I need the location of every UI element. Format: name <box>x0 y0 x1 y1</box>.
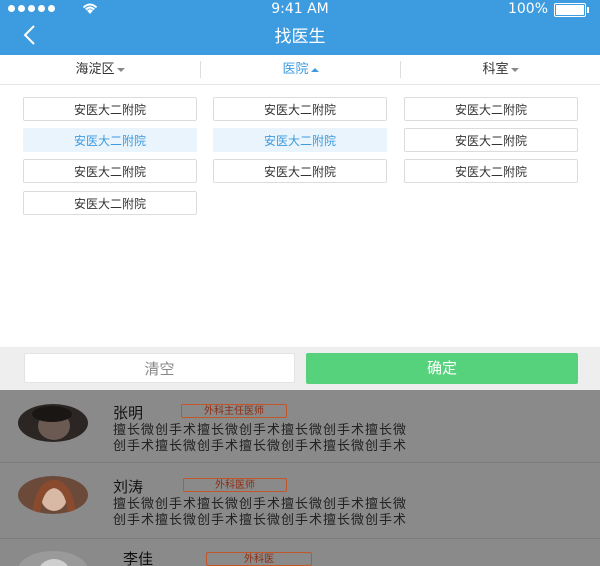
avatar <box>18 551 88 566</box>
hospital-chip[interactable]: 安医大二附院 <box>213 97 387 121</box>
hospital-chip-selected[interactable]: 安医大二附院 <box>213 128 387 152</box>
doctor-list: 张明 外科主任医师 擅长微创手术擅长微创手术擅长微创手术擅长微 创手术擅长微创手… <box>0 390 600 566</box>
doctor-title-badge: 外科主任医师 <box>181 404 287 418</box>
list-item[interactable]: 张明 外科主任医师 擅长微创手术擅长微创手术擅长微创手术擅长微 创手术擅长微创手… <box>0 390 600 462</box>
doctor-description: 擅长微创手术擅长微创手术擅长微创手术擅长微 创手术擅长微创手术擅长微创手术擅长微… <box>113 423 583 455</box>
doctor-title-badge: 外科医 <box>206 552 312 566</box>
doctor-name: 李佳 <box>123 550 154 566</box>
filter-hospital[interactable]: 医院 <box>201 55 400 84</box>
avatar <box>18 404 88 442</box>
hospital-chip-selected[interactable]: 安医大二附院 <box>23 128 197 152</box>
list-item[interactable]: 刘涛 外科医师 擅长微创手术擅长微创手术擅长微创手术擅长微 创手术擅长微创手术擅… <box>0 463 600 538</box>
hospital-chip[interactable]: 安医大二附院 <box>23 191 197 215</box>
hospital-grid: 安医大二附院 安医大二附院 安医大二附院 安医大二附院 安医大二附院 安医大二附… <box>0 85 600 347</box>
doctor-description-line: 创手术擅长微创手术擅长微创手术擅长微创手术 <box>113 513 408 528</box>
doctor-name: 张明 <box>113 404 144 422</box>
hospital-chip[interactable]: 安医大二附院 <box>213 159 387 183</box>
doctor-description-line: 擅长微创手术擅长微创手术擅长微创手术擅长微 <box>113 423 408 438</box>
hospital-chip[interactable]: 安医大二附院 <box>23 97 197 121</box>
doctor-description: 擅长微创手术擅长微创手术擅长微创手术擅长微 创手术擅长微创手术擅长微创手术擅长微… <box>113 497 583 529</box>
filter-district[interactable]: 海淀区 <box>0 55 200 84</box>
avatar <box>18 476 88 514</box>
status-bar: 9:41 AM 100% <box>0 0 600 20</box>
page-title: 找医生 <box>274 27 326 47</box>
filter-bar: 海淀区 医院 科室 <box>0 55 600 85</box>
filter-hospital-label: 医院 <box>282 62 309 77</box>
confirm-button[interactable]: 确定 <box>306 353 578 384</box>
list-item[interactable]: 李佳 外科医 <box>0 539 600 566</box>
filter-department[interactable]: 科室 <box>401 55 600 84</box>
clear-button[interactable]: 清空 <box>24 353 295 383</box>
filter-department-label: 科室 <box>482 62 509 77</box>
doctor-description-line: 擅长微创手术擅长微创手术擅长微创手术擅长微 <box>113 497 408 512</box>
battery-icon <box>554 3 589 17</box>
nav-header: 9:41 AM 100% 找医生 <box>0 0 600 55</box>
doctor-description-line: 创手术擅长微创手术擅长微创手术擅长微创手术 <box>113 439 408 454</box>
chevron-down-icon <box>116 67 125 72</box>
chevron-down-icon <box>510 67 519 72</box>
doctor-title-badge: 外科医师 <box>183 478 287 492</box>
hospital-chip[interactable]: 安医大二附院 <box>23 159 197 183</box>
action-bar: 清空 确定 <box>0 347 600 390</box>
filter-district-label: 海淀区 <box>75 62 115 77</box>
battery-percent: 100% <box>507 1 548 17</box>
chevron-up-icon <box>310 67 319 72</box>
hospital-chip[interactable]: 安医大二附院 <box>404 97 578 121</box>
hospital-chip[interactable]: 安医大二附院 <box>404 159 578 183</box>
hospital-chip[interactable]: 安医大二附院 <box>404 128 578 152</box>
doctor-name: 刘涛 <box>113 478 144 496</box>
